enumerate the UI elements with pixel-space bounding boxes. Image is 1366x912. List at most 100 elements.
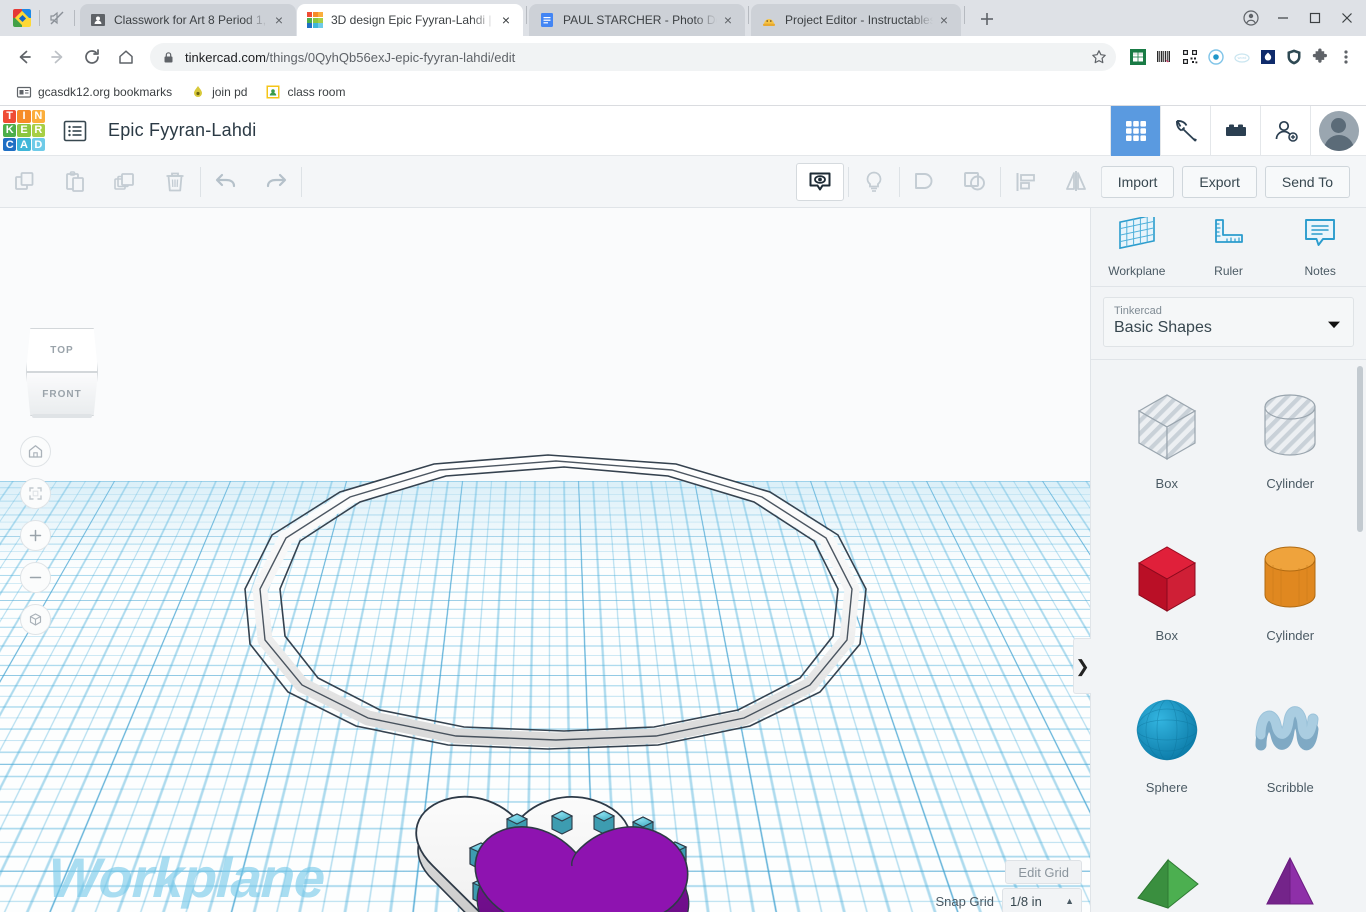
show-hide-button[interactable] bbox=[796, 163, 844, 201]
panel-collapse-button[interactable]: ❯ bbox=[1073, 638, 1091, 694]
blocks-button[interactable] bbox=[1210, 105, 1260, 156]
back-button[interactable] bbox=[8, 41, 40, 73]
designs-grid-button[interactable] bbox=[1110, 105, 1160, 156]
divider bbox=[748, 5, 749, 24]
align-icon[interactable] bbox=[1001, 156, 1051, 208]
paste-button[interactable] bbox=[50, 156, 100, 208]
lightbulb-icon[interactable] bbox=[849, 156, 899, 208]
page-title[interactable]: Epic Fyyran-Lahdi bbox=[108, 120, 256, 141]
muted-tab-icon[interactable] bbox=[43, 4, 71, 32]
workplane-tool[interactable]: Workplane bbox=[1091, 208, 1183, 286]
tinkercad-logo[interactable]: T I N K E R C A D bbox=[0, 107, 48, 155]
design-canvas[interactable]: TOP FRONT Workplane Edit Grid Snap Grid … bbox=[0, 208, 1090, 912]
minecraft-button[interactable] bbox=[1160, 105, 1210, 156]
view-cube-shadow bbox=[32, 414, 92, 418]
browser-tab-3[interactable]: PAUL STARCHER - Photo Docum × bbox=[529, 4, 745, 36]
avatar[interactable] bbox=[1310, 105, 1366, 156]
edit-grid-button[interactable]: Edit Grid bbox=[1005, 860, 1082, 884]
shape-item-cone[interactable] bbox=[1229, 826, 1353, 912]
copy-button[interactable] bbox=[0, 156, 50, 208]
shape-item-scribble[interactable]: Scribble bbox=[1229, 674, 1353, 826]
classroom-icon bbox=[265, 84, 281, 100]
address-bar[interactable]: tinkercad.com/things/0QyhQb56exJ-epic-fy… bbox=[150, 43, 1116, 71]
shield-icon[interactable] bbox=[1282, 45, 1306, 69]
home-button[interactable] bbox=[110, 41, 142, 73]
shape-label: Box bbox=[1155, 476, 1178, 492]
record-dot-icon[interactable] bbox=[1204, 45, 1228, 69]
bookmark-item[interactable]: gcasdk12.org bookmarks bbox=[12, 81, 180, 103]
ruler-tool[interactable]: Ruler bbox=[1183, 208, 1275, 286]
invite-button[interactable] bbox=[1260, 105, 1310, 156]
window-minimize-button[interactable] bbox=[1268, 4, 1298, 32]
shapes-list[interactable]: Box Cylinder Box Cylinder Sphere Scribbl… bbox=[1091, 360, 1366, 912]
qr-code-icon[interactable] bbox=[1178, 45, 1202, 69]
shape-item-hole-cylinder[interactable]: Cylinder bbox=[1229, 370, 1353, 522]
shape-item-sphere[interactable]: Sphere bbox=[1105, 674, 1229, 826]
panel-scrollbar[interactable] bbox=[1357, 366, 1363, 533]
header-actions bbox=[1110, 105, 1366, 156]
forward-button[interactable] bbox=[42, 41, 74, 73]
green-spreadsheet-icon[interactable] bbox=[1126, 45, 1150, 69]
snap-grid-select[interactable]: 1/8 in ▲ bbox=[1002, 888, 1082, 912]
bookmark-star-icon[interactable] bbox=[1086, 44, 1112, 70]
divider bbox=[39, 10, 40, 26]
ungroup-shapes-icon[interactable] bbox=[950, 156, 1000, 208]
browser-tab-4[interactable]: Project Editor - Instructables × bbox=[751, 4, 961, 36]
home-view-button[interactable] bbox=[20, 436, 51, 467]
zoom-in-button[interactable] bbox=[20, 520, 51, 551]
trash-icon[interactable] bbox=[150, 156, 200, 208]
undo-arrow-icon[interactable] bbox=[201, 156, 251, 208]
browser-tab-2[interactable]: 3D design Epic Fyyran-Lahdi | Ti × bbox=[297, 4, 523, 36]
export-button[interactable]: Export bbox=[1182, 165, 1257, 198]
browser-chrome: Classwork for Art 8 Period 1, MP × 3D de… bbox=[0, 0, 1366, 106]
app-launcher-icon[interactable] bbox=[8, 4, 36, 32]
logo-tile-E: E bbox=[17, 123, 31, 138]
three-dot-menu-icon[interactable] bbox=[1334, 45, 1358, 69]
shape-item-cylinder[interactable]: Cylinder bbox=[1229, 522, 1353, 674]
reload-button[interactable] bbox=[76, 41, 108, 73]
fit-view-button[interactable] bbox=[20, 478, 51, 509]
solid-cylinder-icon bbox=[1244, 530, 1336, 626]
bookmark-item[interactable]: join pd bbox=[186, 81, 255, 103]
shape-item-hole-box[interactable]: Box bbox=[1105, 370, 1229, 522]
bookmark-item[interactable]: class room bbox=[261, 81, 353, 103]
tab-title: Project Editor - Instructables bbox=[785, 13, 933, 27]
shape-library-select[interactable]: Tinkercad Basic Shapes bbox=[1103, 297, 1354, 348]
solid-sphere-icon bbox=[1121, 682, 1213, 778]
shape-item-wedge[interactable] bbox=[1105, 826, 1229, 912]
tab-close-button[interactable]: × bbox=[495, 9, 517, 31]
notes-tool[interactable]: Notes bbox=[1274, 208, 1366, 286]
zoom-out-button[interactable] bbox=[20, 562, 51, 593]
window-maximize-button[interactable] bbox=[1300, 4, 1330, 32]
tab-close-button[interactable]: × bbox=[717, 9, 739, 31]
blue-diamond-icon[interactable] bbox=[1256, 45, 1280, 69]
browser-tab-1[interactable]: Classwork for Art 8 Period 1, MP × bbox=[80, 4, 296, 36]
bookmark-label: class room bbox=[287, 84, 346, 99]
chevron-up-icon[interactable]: ▲ bbox=[1065, 896, 1074, 906]
chevron-down-icon[interactable] bbox=[1327, 317, 1341, 335]
view-cube-front[interactable]: FRONT bbox=[26, 372, 98, 416]
mirror-icon[interactable] bbox=[1051, 156, 1101, 208]
perspective-toggle-button[interactable] bbox=[20, 604, 51, 635]
window-close-button[interactable] bbox=[1332, 4, 1362, 32]
view-cube[interactable]: TOP FRONT bbox=[26, 328, 98, 418]
workplane-icon bbox=[1116, 213, 1158, 258]
browser-profile-icon[interactable] bbox=[1236, 4, 1266, 32]
puzzle-extensions-icon[interactable] bbox=[1308, 45, 1332, 69]
duplicate-button[interactable] bbox=[100, 156, 150, 208]
tab-close-button[interactable]: × bbox=[268, 9, 290, 31]
group-shapes-icon[interactable] bbox=[900, 156, 950, 208]
view-cube-top[interactable]: TOP bbox=[26, 328, 98, 372]
view-controls bbox=[20, 436, 51, 635]
new-tab-button[interactable] bbox=[973, 5, 1001, 33]
send-to-button[interactable]: Send To bbox=[1264, 165, 1350, 198]
import-button[interactable]: Import bbox=[1100, 165, 1175, 198]
shape-item-box[interactable]: Box bbox=[1105, 522, 1229, 674]
scribble-icon bbox=[1244, 682, 1336, 778]
list-menu-icon[interactable] bbox=[60, 116, 90, 146]
word-cloud-icon[interactable]: word bbox=[1230, 45, 1254, 69]
tab-close-button[interactable]: × bbox=[933, 9, 955, 31]
folder-bookmark-icon bbox=[16, 84, 32, 100]
barcode-icon[interactable] bbox=[1152, 45, 1176, 69]
redo-arrow-icon[interactable] bbox=[251, 156, 301, 208]
